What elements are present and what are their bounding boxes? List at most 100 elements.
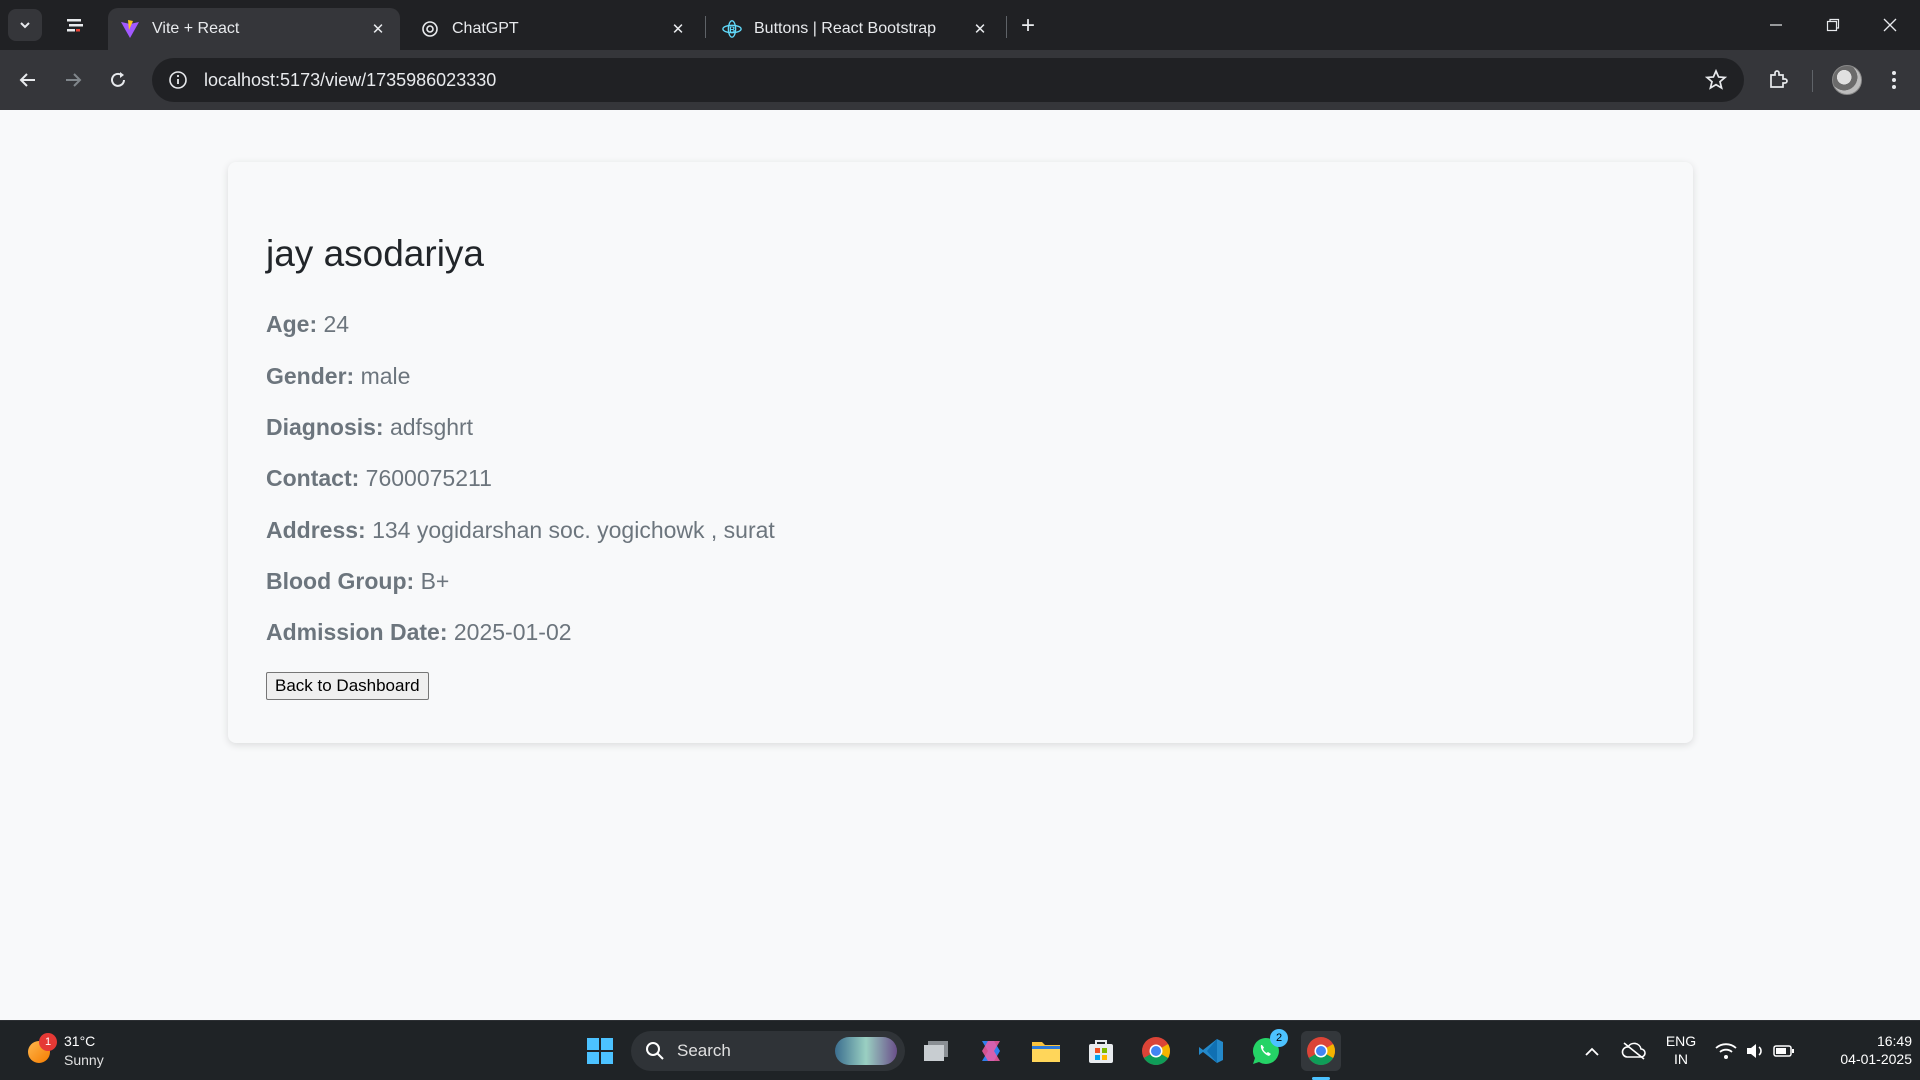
copilot-icon	[982, 1041, 1000, 1061]
detail-diagnosis: Diagnosis: adfsghrt	[266, 413, 1655, 440]
chevron-up-icon	[1585, 1047, 1599, 1056]
detail-blood-group: Blood Group: B+	[266, 567, 1655, 594]
quick-settings-button[interactable]	[1705, 1031, 1805, 1071]
weather-widget[interactable]: 1 31°C Sunny	[24, 1031, 144, 1071]
menu-button[interactable]	[1876, 62, 1912, 98]
chrome-active-button[interactable]	[1301, 1031, 1341, 1071]
start-button[interactable]	[580, 1031, 620, 1071]
detail-label: Admission Date:	[266, 619, 448, 646]
arrow-right-icon	[66, 73, 82, 87]
search-highlight-image	[835, 1037, 897, 1065]
battery-icon	[1773, 1045, 1794, 1057]
detail-label: Age:	[266, 311, 318, 338]
tab-title: ChatGPT	[452, 20, 519, 37]
tab-title: Buttons | React Bootstrap	[754, 20, 937, 37]
store-icon	[1089, 1040, 1113, 1063]
arrow-left-icon	[19, 73, 35, 87]
minimize-button[interactable]	[1756, 8, 1796, 42]
weather-condition: Sunny	[64, 1052, 104, 1068]
clock[interactable]: 16:49 04-01-2025	[1812, 1032, 1912, 1068]
restore-button[interactable]	[1813, 8, 1853, 42]
profile-avatar[interactable]	[1832, 65, 1862, 95]
search-label: Search	[677, 1041, 731, 1060]
copilot-button[interactable]	[971, 1031, 1011, 1071]
language-indicator[interactable]: ENG IN	[1660, 1032, 1702, 1068]
page-viewport: jay asodariya Age: 24 Gender: male Diagn…	[0, 110, 1920, 1020]
microsoft-store-button[interactable]	[1081, 1031, 1121, 1071]
task-view-button[interactable]	[916, 1031, 956, 1071]
detail-value: 2025-01-02	[453, 619, 572, 646]
extensions-button[interactable]	[1760, 62, 1796, 98]
detail-label: Blood Group:	[266, 567, 415, 594]
patient-card: jay asodariya Age: 24 Gender: male Diagn…	[228, 162, 1693, 743]
taskbar-search[interactable]: Search	[631, 1031, 905, 1071]
tab-separator	[1006, 16, 1007, 38]
tab-react-bootstrap[interactable]: B Buttons | React Bootstrap ✕	[710, 8, 1002, 50]
tab-vite-react[interactable]: Vite + React ✕	[108, 8, 400, 50]
show-hidden-icons-button[interactable]	[1572, 1031, 1612, 1071]
restore-icon	[1826, 18, 1840, 32]
info-icon[interactable]	[166, 68, 190, 92]
file-explorer-button[interactable]	[1026, 1031, 1066, 1071]
vscode-icon	[1199, 1039, 1223, 1063]
address-bar[interactable]: localhost:5173/view/1735986023330	[152, 58, 1744, 102]
browser-tabstrip: Vite + React ✕ ChatGPT ✕ B Buttons | Rea…	[0, 0, 1920, 50]
language-code: ENG	[1665, 1033, 1697, 1049]
back-button[interactable]	[10, 62, 46, 98]
url-text[interactable]: localhost:5173/view/1735986023330	[204, 70, 496, 91]
close-icon	[1883, 18, 1897, 32]
forward-button[interactable]	[55, 62, 91, 98]
back-to-dashboard-button[interactable]: Back to Dashboard	[266, 672, 429, 701]
reload-button[interactable]	[100, 62, 136, 98]
task-view-icon	[924, 1041, 948, 1061]
windows-icon	[587, 1038, 613, 1064]
tab-groups-button[interactable]	[60, 12, 90, 38]
svg-text:B: B	[729, 26, 735, 35]
detail-address: Address: 134 yogidarshan soc. yogichowk …	[266, 516, 1655, 543]
vscode-button[interactable]	[1191, 1031, 1231, 1071]
clock-time: 16:49	[1876, 1033, 1912, 1049]
new-tab-button[interactable]: +	[1014, 12, 1042, 40]
more-vertical-icon	[1892, 71, 1896, 89]
close-icon[interactable]: ✕	[668, 19, 688, 39]
minimize-icon	[1770, 24, 1782, 26]
detail-gender: Gender: male	[266, 362, 1655, 389]
close-icon[interactable]: ✕	[970, 19, 990, 39]
tab-groups-icon	[67, 19, 83, 32]
tab-separator	[705, 16, 706, 38]
chrome-button[interactable]	[1136, 1031, 1176, 1071]
region-code: IN	[1674, 1051, 1688, 1067]
chrome-icon	[1142, 1037, 1170, 1065]
toolbar-separator	[1812, 70, 1813, 92]
close-window-button[interactable]	[1870, 8, 1910, 42]
patient-name: jay asodariya	[266, 233, 485, 274]
volume-icon	[1747, 1044, 1762, 1058]
detail-label: Address:	[266, 516, 366, 543]
bookmark-star-icon[interactable]	[1704, 68, 1728, 92]
search-icon	[646, 1042, 664, 1060]
browser-toolbar: localhost:5173/view/1735986023330	[0, 50, 1920, 110]
detail-label: Diagnosis:	[266, 413, 384, 440]
detail-label: Gender:	[266, 362, 355, 389]
chatgpt-icon	[420, 19, 440, 39]
detail-value: adfsghrt	[389, 413, 474, 440]
cloud-off-icon	[1621, 1042, 1646, 1060]
clock-date: 04-01-2025	[1840, 1051, 1912, 1067]
notification-badge: 2	[1270, 1029, 1288, 1047]
taskbar: 1 31°C Sunny Search 2 ENG IN 16:49 04-01…	[0, 1020, 1920, 1080]
tab-search-button[interactable]	[8, 9, 42, 41]
close-icon[interactable]: ✕	[368, 19, 388, 39]
weather-temp: 31°C	[64, 1033, 96, 1049]
detail-admission-date: Admission Date: 2025-01-02	[266, 620, 1655, 645]
detail-age: Age: 24	[266, 312, 1655, 337]
detail-value: 24	[323, 311, 350, 338]
reload-icon	[111, 72, 125, 87]
tab-chatgpt[interactable]: ChatGPT ✕	[408, 8, 700, 50]
chrome-icon	[1307, 1037, 1335, 1065]
detail-value: 7600075211	[365, 465, 492, 492]
folder-icon	[1032, 1042, 1060, 1062]
vite-icon	[120, 19, 140, 39]
onedrive-button[interactable]	[1614, 1031, 1654, 1071]
detail-contact: Contact: 7600075211	[266, 466, 1655, 491]
whatsapp-button[interactable]: 2	[1246, 1029, 1288, 1071]
